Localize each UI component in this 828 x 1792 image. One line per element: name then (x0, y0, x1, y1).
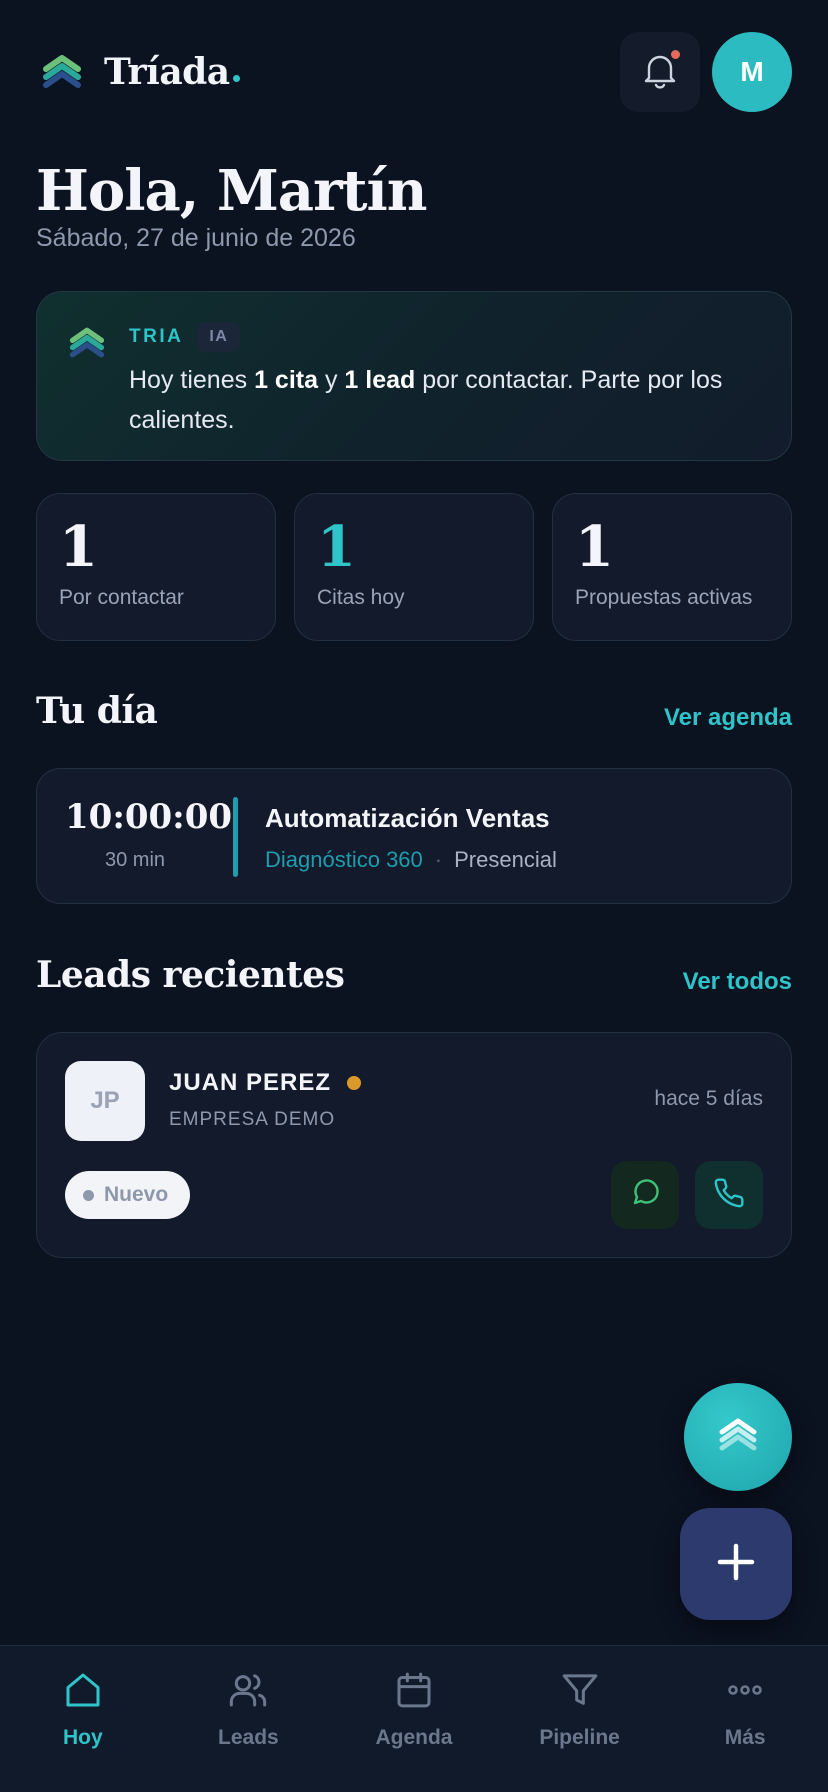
lead-status-text: Nuevo (104, 1183, 169, 1206)
lead-company: EMPRESA DEMO (169, 1109, 336, 1130)
nav-label: Leads (218, 1726, 279, 1749)
ai-insight-card[interactable]: TRIA IA Hoy tienes 1 cita y 1 lead por c… (36, 291, 792, 461)
header-actions: M (620, 32, 792, 112)
view-agenda-link[interactable]: Ver agenda (664, 704, 792, 732)
lead-time-ago: hace 5 días (654, 1087, 763, 1110)
lead-name: JUAN PEREZ (169, 1069, 332, 1096)
notifications-button[interactable] (620, 32, 700, 112)
nav-label: Agenda (375, 1726, 453, 1749)
nav-item-agenda[interactable]: Agenda (331, 1646, 497, 1792)
app-logo[interactable]: Tríada (36, 46, 240, 98)
notification-dot (671, 50, 680, 59)
stat-label: Citas hoy (317, 586, 405, 609)
appointment-card[interactable]: 10:00:00 30 min Automatización Ventas Di… (36, 768, 792, 904)
ai-badge: IA (197, 322, 241, 352)
appointment-title: Automatización Ventas (265, 803, 550, 833)
appointment-mode: Presencial (454, 847, 557, 872)
hot-lead-indicator (347, 1076, 362, 1090)
plus-icon (716, 1542, 756, 1587)
lead-card[interactable]: JP JUAN PEREZ EMPRESA DEMO hace 5 días N… (36, 1032, 792, 1258)
nav-label: Hoy (62, 1726, 103, 1749)
current-date: Sábado, 27 de junio de 2026 (36, 224, 356, 252)
appointment-accent-bar (233, 797, 238, 877)
lead-avatar: JP (65, 1061, 145, 1141)
lead-status-badge[interactable]: Nuevo (65, 1171, 191, 1219)
whatsapp-button[interactable] (611, 1161, 679, 1229)
nav-item-hoy[interactable]: Hoy (0, 1646, 166, 1792)
app-header: Tríada M (36, 32, 792, 112)
appointment-duration: 30 min (104, 849, 166, 871)
ai-label-row: TRIA IA (129, 322, 241, 352)
appointment-meta: Diagnóstico 360 · Presencial (265, 847, 557, 873)
stat-label: Propuestas activas (575, 586, 753, 609)
view-all-leads-link[interactable]: Ver todos (683, 968, 792, 996)
nav-item-pipeline[interactable]: Pipeline (497, 1646, 663, 1792)
nav-item-leads[interactable]: Leads (166, 1646, 332, 1792)
user-avatar[interactable]: M (712, 32, 792, 112)
greeting-title: Hola, Martín (36, 158, 427, 224)
bottom-navigation: Hoy Leads Agenda Pipeline Más (0, 1645, 828, 1792)
appointment-type: Diagnóstico 360 (265, 847, 423, 872)
tria-icon (69, 326, 105, 362)
nav-label: Pipeline (539, 1726, 620, 1749)
call-button[interactable] (695, 1161, 763, 1229)
stat-value: 1 (317, 514, 356, 580)
stat-card-citas-hoy[interactable]: 1 Citas hoy (294, 493, 534, 641)
logo-dot (232, 75, 240, 82)
phone-icon (713, 1177, 745, 1214)
app-name: Tríada (104, 51, 240, 93)
ai-assistant-fab[interactable] (684, 1383, 792, 1491)
calendar-icon (392, 1668, 436, 1712)
stat-value: 1 (575, 514, 614, 580)
meta-separator: · (434, 847, 443, 872)
more-icon (723, 1668, 767, 1712)
stat-card-propuestas[interactable]: 1 Propuestas activas (552, 493, 792, 641)
day-section-title: Tu día (36, 690, 158, 732)
tria-icon (718, 1418, 758, 1457)
add-button[interactable] (680, 1508, 792, 1620)
status-dot (83, 1189, 94, 1201)
stat-value: 1 (59, 514, 98, 580)
whatsapp-icon (629, 1177, 661, 1214)
ai-label: TRIA (129, 326, 184, 347)
lead-name-row: JUAN PEREZ (169, 1069, 362, 1097)
stat-label: Por contactar (59, 586, 184, 609)
funnel-icon (558, 1668, 602, 1712)
nav-label: Más (724, 1726, 766, 1749)
users-icon (226, 1668, 270, 1712)
leads-section-title: Leads recientes (36, 954, 345, 996)
triada-logo-icon (36, 46, 88, 98)
appointment-time: 10:00:00 (65, 797, 233, 837)
ai-message: Hoy tienes 1 cita y 1 lead por contactar… (129, 366, 723, 434)
home-icon (61, 1668, 105, 1712)
stat-card-por-contactar[interactable]: 1 Por contactar (36, 493, 276, 641)
nav-item-mas[interactable]: Más (662, 1646, 828, 1792)
